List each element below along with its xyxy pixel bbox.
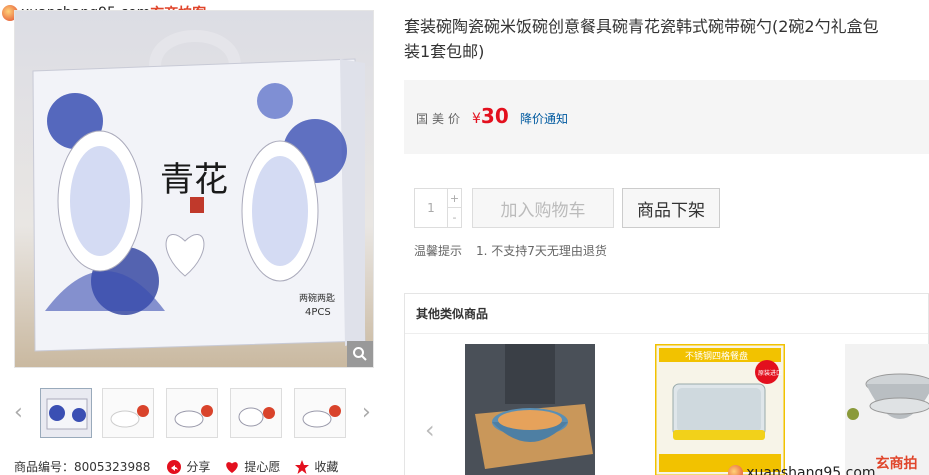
tip-label: 温馨提示 xyxy=(414,244,463,258)
similar-item-2-text: 不锈钢四格餐盘 xyxy=(685,350,748,362)
similar-products-panel: 其他类似商品 ‹ 不锈钢四格餐盘 原装进口 xyxy=(404,293,929,475)
main-product-image[interactable]: 青花 两碗两匙 4PCS xyxy=(14,10,374,368)
price-box: 国美价 ¥30 降价通知 xyxy=(404,80,929,154)
share-icon xyxy=(167,459,182,474)
quantity-stepper: 1 + - xyxy=(414,188,462,228)
share-button[interactable]: 分享 xyxy=(166,458,210,475)
price-amount: 30 xyxy=(480,104,509,128)
similar-item-2-tag: 原装进口 xyxy=(758,369,782,377)
wish-button[interactable]: 提心愿 xyxy=(224,458,280,475)
box-label-sub: 两碗两匙 xyxy=(299,292,335,304)
similar-heading: 其他类似商品 xyxy=(405,294,928,334)
quantity-minus-button[interactable]: - xyxy=(447,208,461,227)
favorite-label: 收藏 xyxy=(314,460,339,474)
calligraphy-text: 青花 xyxy=(160,160,228,200)
star-icon xyxy=(295,459,310,474)
thumbnail-strip: ‹ › xyxy=(10,388,380,440)
price-currency: ¥ xyxy=(472,111,481,127)
favorite-button[interactable]: 收藏 xyxy=(294,458,338,475)
tip-item: 1. 不支持7天无理由退货 xyxy=(476,244,607,258)
thumbnail-2[interactable] xyxy=(102,388,154,438)
magnifier-icon xyxy=(353,347,367,361)
price-notify-link[interactable]: 降价通知 xyxy=(520,110,568,127)
porcelain-gift-box-illustration: 青花 两碗两匙 4PCS xyxy=(15,11,373,367)
wish-label: 提心愿 xyxy=(244,460,281,474)
thumbnail-5[interactable] xyxy=(294,388,346,438)
price-label: 国美价 xyxy=(416,112,465,126)
zoom-button[interactable] xyxy=(347,341,373,367)
watermark-bottom: xuanshang95.com 玄商拍客 xyxy=(728,453,929,475)
sku-text: 商品编号：8005323988 xyxy=(14,460,151,474)
heart-icon xyxy=(226,461,239,473)
watermark-logo-icon-bottom xyxy=(728,465,744,475)
similar-item-1[interactable] xyxy=(465,344,595,475)
thumb-prev-chevron-left-icon[interactable]: ‹ xyxy=(14,400,23,425)
product-meta-row: 商品编号：8005323988 分享 提心愿 收藏 xyxy=(14,458,338,475)
similar-prev-chevron-left-icon[interactable]: ‹ xyxy=(425,416,435,444)
quantity-plus-button[interactable]: + xyxy=(447,189,461,208)
add-to-cart-button[interactable]: 加入购物车 xyxy=(472,188,614,228)
share-label: 分享 xyxy=(186,460,211,474)
thumbnail-3[interactable] xyxy=(166,388,218,438)
off-shelf-button[interactable]: 商品下架 xyxy=(622,188,720,228)
watermark-site-bottom: xuanshang95.com xyxy=(746,465,876,475)
similar-item-1-image xyxy=(465,344,595,475)
box-label-pcs: 4PCS xyxy=(305,307,331,318)
purchase-tip: 温馨提示 1. 不支持7天无理由退货 xyxy=(414,242,607,259)
price-value: ¥30 xyxy=(472,104,509,128)
thumbnail-1[interactable] xyxy=(40,388,92,438)
product-title: 套装碗陶瓷碗米饭碗创意餐具碗青花瓷韩式碗带碗勺(2碗2勺礼盒包装1套包邮) xyxy=(404,17,879,61)
watermark-brand-bottom: 玄商拍客 xyxy=(875,456,918,472)
thumb-next-chevron-right-icon[interactable]: › xyxy=(362,400,371,425)
quantity-input[interactable]: 1 xyxy=(415,189,447,227)
thumbnail-4[interactable] xyxy=(230,388,282,438)
